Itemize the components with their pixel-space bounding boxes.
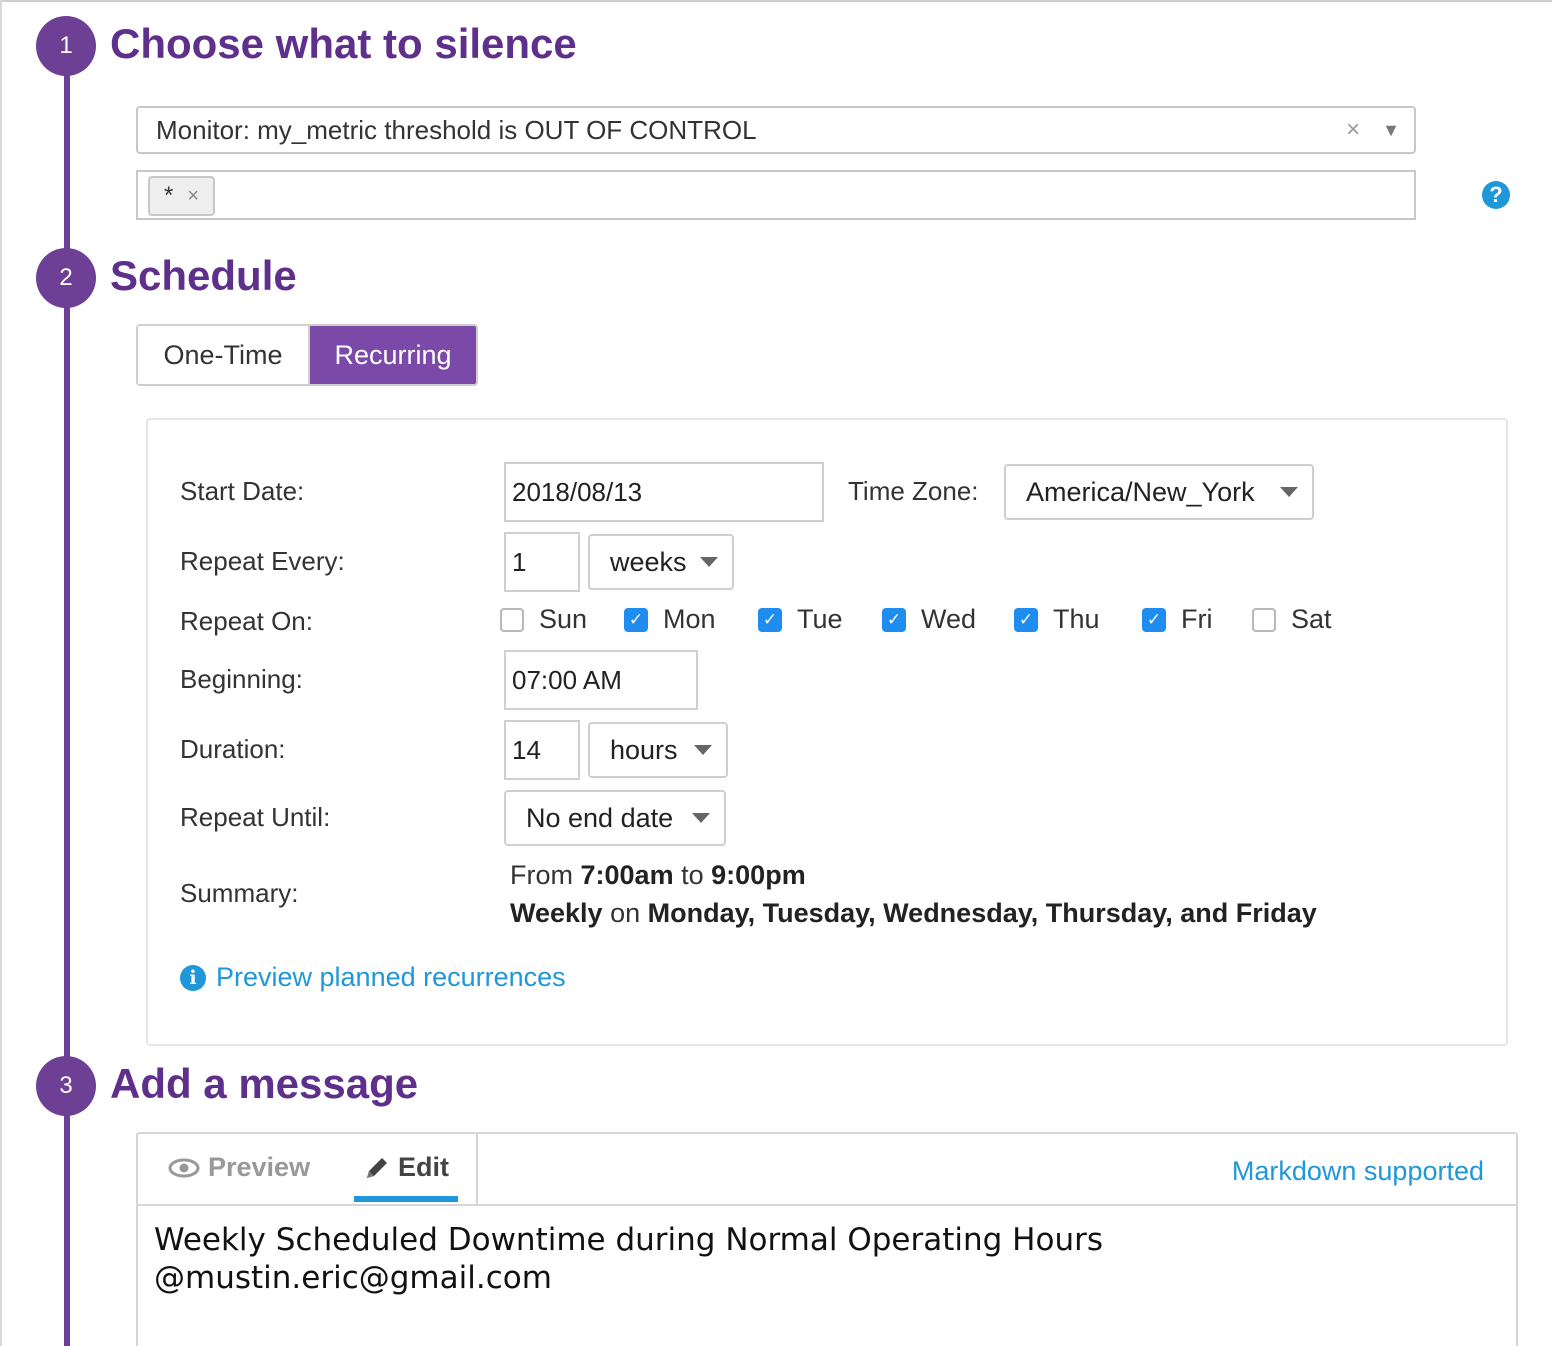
chevron-down-icon[interactable]: ▼ [1382, 120, 1400, 141]
summary-time-line: From 7:00am to 9:00pm [510, 860, 806, 891]
scope-input[interactable]: * × [136, 170, 1416, 220]
duration-input[interactable]: 14 [504, 720, 580, 780]
checkbox-mon[interactable]: ✓ [624, 607, 648, 632]
top-border [0, 0, 1552, 2]
step-2-title: Schedule [110, 252, 297, 299]
chevron-down-icon [694, 745, 712, 755]
chevron-down-icon [700, 557, 718, 567]
duration-unit-select[interactable]: hours [588, 722, 728, 778]
eye-icon [168, 1158, 200, 1177]
chevron-down-icon [1280, 487, 1298, 497]
repeat-on-label: Repeat On: [180, 606, 313, 636]
checkbox-tue[interactable]: ✓ [758, 607, 782, 632]
info-icon: i [180, 964, 206, 991]
schedule-mode-toggle: One-Time Recurring [136, 324, 478, 386]
summary-on: on [610, 898, 641, 928]
message-text-line-2[interactable]: @mustin.eric@gmail.com [154, 1260, 552, 1296]
tab-edit-label: Edit [398, 1152, 449, 1182]
step-3-title: Add a message [110, 1060, 419, 1107]
help-icon[interactable]: ? [1482, 181, 1510, 209]
beginning-label: Beginning: [180, 664, 303, 694]
monitor-select-value: Monitor: my_metric threshold is OUT OF C… [156, 114, 757, 145]
day-thu[interactable]: ✓ Thu [1014, 604, 1100, 635]
start-date-input[interactable]: 2018/08/13 [504, 462, 824, 522]
time-zone-select[interactable]: America/New_York [1004, 464, 1314, 520]
day-fri[interactable]: ✓ Fri [1142, 604, 1212, 635]
pencil-icon [367, 1157, 387, 1178]
scope-tag: * × [148, 176, 216, 216]
checkbox-sat[interactable] [1252, 607, 1276, 632]
step-rail [64, 44, 70, 1346]
repeat-until-value: No end date [526, 802, 674, 833]
day-thu-label: Thu [1053, 604, 1100, 634]
repeat-every-input[interactable]: 1 [504, 532, 580, 592]
summary-label: Summary: [180, 878, 299, 908]
repeat-every-label: Repeat Every: [180, 546, 345, 576]
time-zone-value: America/New_York [1026, 476, 1255, 507]
day-fri-label: Fri [1181, 604, 1213, 634]
tab-divider [476, 1134, 478, 1206]
step-2-badge: 2 [36, 248, 96, 308]
day-mon[interactable]: ✓ Mon [624, 604, 716, 635]
summary-days: Monday, Tuesday, Wednesday, Thursday, an… [647, 898, 1317, 928]
repeat-unit-select[interactable]: weeks [588, 534, 734, 590]
checkbox-wed[interactable]: ✓ [882, 607, 906, 632]
time-zone-label: Time Zone: [848, 476, 979, 506]
chevron-down-icon [692, 813, 710, 823]
step-3-badge: 3 [36, 1056, 96, 1116]
day-wed[interactable]: ✓ Wed [882, 604, 976, 635]
day-mon-label: Mon [663, 604, 716, 634]
step-1-title: Choose what to silence [110, 20, 577, 67]
summary-start-time: 7:00am [580, 860, 674, 890]
summary-days-line: Weekly on Monday, Tuesday, Wednesday, Th… [510, 898, 1317, 929]
day-sun[interactable]: Sun [500, 604, 587, 635]
day-sat-label: Sat [1291, 604, 1332, 634]
summary-to: to [681, 860, 704, 890]
repeat-until-label: Repeat Until: [180, 802, 331, 832]
day-wed-label: Wed [921, 604, 977, 634]
monitor-select[interactable]: Monitor: my_metric threshold is OUT OF C… [136, 106, 1416, 154]
start-date-label: Start Date: [180, 476, 305, 506]
duration-label: Duration: [180, 734, 286, 764]
markdown-supported-link[interactable]: Markdown supported [1232, 1156, 1484, 1187]
beginning-time-input[interactable]: 07:00 AM [504, 650, 698, 710]
day-sat[interactable]: Sat [1252, 604, 1332, 635]
message-editor: Preview Edit Markdown supported Weekly S… [136, 1132, 1518, 1346]
tab-preview[interactable]: Preview [168, 1152, 310, 1183]
day-sun-label: Sun [539, 604, 588, 634]
tab-preview-label: Preview [208, 1152, 311, 1182]
active-tab-indicator [354, 1196, 458, 1202]
duration-unit-value: hours [610, 734, 678, 765]
repeat-unit-value: weeks [610, 546, 687, 577]
checkbox-sun[interactable] [500, 607, 524, 632]
summary-from: From [510, 860, 573, 890]
day-tue[interactable]: ✓ Tue [758, 604, 843, 635]
one-time-button[interactable]: One-Time [138, 326, 310, 384]
scope-tag-label: * [164, 182, 174, 209]
preview-recurrences-label: Preview planned recurrences [216, 962, 566, 992]
preview-recurrences-link[interactable]: i Preview planned recurrences [180, 962, 566, 993]
checkbox-thu[interactable]: ✓ [1014, 607, 1038, 632]
message-editor-header: Preview Edit Markdown supported [138, 1134, 1516, 1206]
summary-frequency: Weekly [510, 898, 603, 928]
repeat-until-select[interactable]: No end date [504, 790, 726, 846]
tab-edit[interactable]: Edit [364, 1152, 449, 1183]
left-border [0, 0, 2, 1346]
clear-icon[interactable]: × [1346, 116, 1360, 144]
summary-end-time: 9:00pm [711, 860, 806, 890]
tag-remove-icon[interactable]: × [187, 185, 199, 208]
checkbox-fri[interactable]: ✓ [1142, 607, 1166, 632]
recurring-button[interactable]: Recurring [310, 326, 476, 384]
day-tue-label: Tue [797, 604, 843, 634]
step-1-badge: 1 [36, 16, 96, 76]
message-text-line-1[interactable]: Weekly Scheduled Downtime during Normal … [154, 1222, 1103, 1258]
